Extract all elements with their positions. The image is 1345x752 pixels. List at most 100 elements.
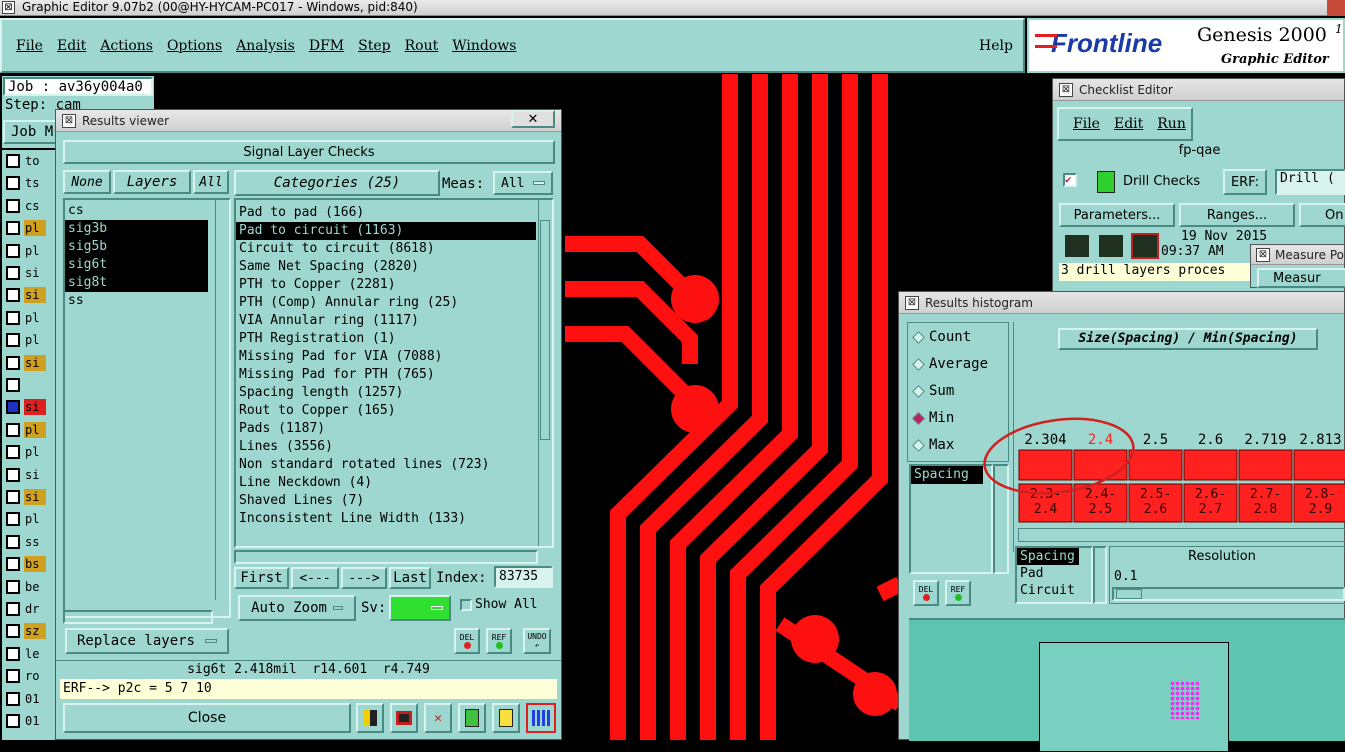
layer-row[interactable]: si xyxy=(6,398,57,416)
hist-ref-button[interactable]: REF xyxy=(945,580,971,606)
histogram-option-count[interactable]: Count xyxy=(912,329,971,345)
layer-row[interactable]: 01 xyxy=(6,690,57,708)
category-list-item[interactable]: Same Net Spacing (2820) xyxy=(236,258,536,276)
category-list-item[interactable]: Non standard rotated lines (723) xyxy=(236,456,536,474)
hist-del-button[interactable]: DEL xyxy=(913,580,939,606)
histogram-option-min[interactable]: Min xyxy=(912,410,954,426)
histogram-option-sum[interactable]: Sum xyxy=(912,383,954,399)
category-list-item[interactable]: Circuit to circuit (8618) xyxy=(236,240,536,258)
histogram-bar[interactable] xyxy=(1183,449,1238,481)
category-list-item[interactable]: Missing Pad for VIA (7088) xyxy=(236,348,536,366)
last-button[interactable]: Last xyxy=(389,567,431,589)
notes-tool-button[interactable] xyxy=(492,703,520,733)
layer-toggle-icon[interactable] xyxy=(6,378,20,392)
layer-row[interactable]: bs xyxy=(6,555,57,573)
layer-row[interactable] xyxy=(6,376,57,394)
job-manager-button[interactable]: Job M xyxy=(3,120,63,144)
run-selected-icon[interactable] xyxy=(1097,233,1125,259)
histogram-bar[interactable] xyxy=(1293,449,1345,481)
close-button[interactable]: Close xyxy=(63,703,351,733)
rv-close-x-button[interactable]: ✕ xyxy=(511,110,555,128)
layer-toggle-icon[interactable] xyxy=(6,646,20,661)
erf-tool-button[interactable]: ✕ xyxy=(424,703,452,733)
erf-input[interactable]: Drill ( xyxy=(1275,169,1345,195)
on-button[interactable]: On xyxy=(1299,203,1345,227)
layer-row[interactable]: pl xyxy=(6,242,57,260)
measure-button[interactable]: Measur xyxy=(1257,268,1345,288)
layer-row[interactable]: be xyxy=(6,578,57,596)
cl-menu-run[interactable]: Run xyxy=(1157,116,1186,132)
show-all-checkbox[interactable] xyxy=(460,599,472,611)
histogram-option-max[interactable]: Max xyxy=(912,437,954,453)
layer-row[interactable]: pl xyxy=(6,510,57,528)
del-button[interactable]: DEL xyxy=(454,628,480,654)
slider-thumb[interactable] xyxy=(1116,589,1142,599)
layer-list-vscroll[interactable] xyxy=(215,200,229,600)
layers-button[interactable]: Layers xyxy=(113,170,191,194)
layer-list-item[interactable]: sig8t xyxy=(65,274,208,292)
category-list-item[interactable]: VIA Annular ring (1117) xyxy=(236,312,536,330)
category-list-item[interactable]: Pads (1187) xyxy=(236,420,536,438)
layer-row[interactable]: ss xyxy=(6,533,57,551)
layer-row[interactable]: dr xyxy=(6,600,57,618)
layer-row[interactable]: ts xyxy=(6,174,57,192)
layer-toggle-icon[interactable] xyxy=(6,355,20,370)
layer-toggle-icon[interactable] xyxy=(6,310,20,325)
layer-toggle-icon[interactable] xyxy=(6,176,20,191)
layer-toggle-icon[interactable] xyxy=(6,154,20,168)
layer-row[interactable]: le xyxy=(6,645,57,663)
menu-edit[interactable]: Edit xyxy=(57,38,86,54)
category-list-item[interactable]: Line Neckdown (4) xyxy=(236,474,536,492)
layer-tool-button[interactable] xyxy=(356,703,384,733)
category-list-item[interactable]: PTH to Copper (2281) xyxy=(236,276,536,294)
layer-row[interactable]: si xyxy=(6,286,57,304)
screen-tool-button[interactable] xyxy=(390,703,418,733)
histogram-option-average[interactable]: Average xyxy=(912,356,988,372)
vscroll-thumb[interactable] xyxy=(540,220,550,440)
results-viewer-titlebar[interactable]: ⊠ Results viewer xyxy=(56,110,561,132)
layer-toggle-icon[interactable] xyxy=(6,198,20,213)
index-input[interactable]: 83735 xyxy=(494,566,553,588)
layer-list[interactable]: cs sig3b sig5b sig6t sig8t ss xyxy=(63,198,231,618)
layer-toggle-icon[interactable] xyxy=(6,691,20,706)
layer-row[interactable]: pl xyxy=(6,219,57,237)
layer-toggle-icon[interactable] xyxy=(6,467,20,482)
menu-file[interactable]: File xyxy=(16,38,43,54)
menu-step[interactable]: Step xyxy=(358,38,390,54)
count-tool-button[interactable] xyxy=(458,703,486,733)
layer-toggle-icon[interactable] xyxy=(6,221,20,236)
ref-button[interactable]: REF xyxy=(486,628,512,654)
layer-toggle-icon[interactable] xyxy=(6,714,20,728)
measure-titlebar[interactable]: ⊠ Measure Po xyxy=(1251,245,1344,265)
layer-toggle-icon[interactable] xyxy=(6,579,20,594)
layer-toggle-icon[interactable] xyxy=(6,400,20,415)
checklist-titlebar[interactable]: ⊠ Checklist Editor xyxy=(1053,79,1344,101)
layer-toggle-icon[interactable] xyxy=(6,445,20,460)
meas-dropdown[interactable]: All xyxy=(493,171,553,195)
layer-list-hscroll[interactable] xyxy=(63,610,213,624)
category-list[interactable]: Pad to pad (166) Pad to circuit (1163) Cir… xyxy=(234,198,554,548)
layer-list-item[interactable]: cs xyxy=(65,202,208,220)
layer-list-item[interactable]: sig6t xyxy=(65,256,208,274)
category-list-item[interactable]: Pad to pad (166) xyxy=(236,204,536,222)
none-button[interactable]: None xyxy=(63,170,111,194)
prev-button[interactable]: <--- xyxy=(291,567,339,589)
undo-button[interactable]: UNDO ↶ xyxy=(523,628,551,654)
categories-button[interactable]: Categories (25) xyxy=(234,170,440,196)
menu-actions[interactable]: Actions xyxy=(100,38,153,54)
layer-toggle-icon[interactable] xyxy=(6,490,20,504)
all-layers-button[interactable]: All xyxy=(193,170,229,194)
menu-dfm[interactable]: DFM xyxy=(309,38,344,54)
layer-toggle-icon[interactable] xyxy=(6,534,20,549)
histogram-tool-button[interactable] xyxy=(526,703,556,733)
layer-toggle-icon[interactable] xyxy=(6,266,20,280)
histogram-list-item[interactable]: Circuit xyxy=(1017,582,1079,599)
layer-row[interactable]: pl xyxy=(6,443,57,461)
category-list-item[interactable]: Shaved Lines (7) xyxy=(236,492,536,510)
category-list-item[interactable]: Rout to Copper (165) xyxy=(236,402,536,420)
category-list-hscroll[interactable] xyxy=(234,550,538,564)
spacing-item[interactable]: Spacing xyxy=(911,466,983,484)
layer-row[interactable]: pl xyxy=(6,331,57,349)
resolution-slider[interactable] xyxy=(1112,587,1345,601)
histogram-list-item[interactable]: Spacing xyxy=(1017,548,1079,565)
